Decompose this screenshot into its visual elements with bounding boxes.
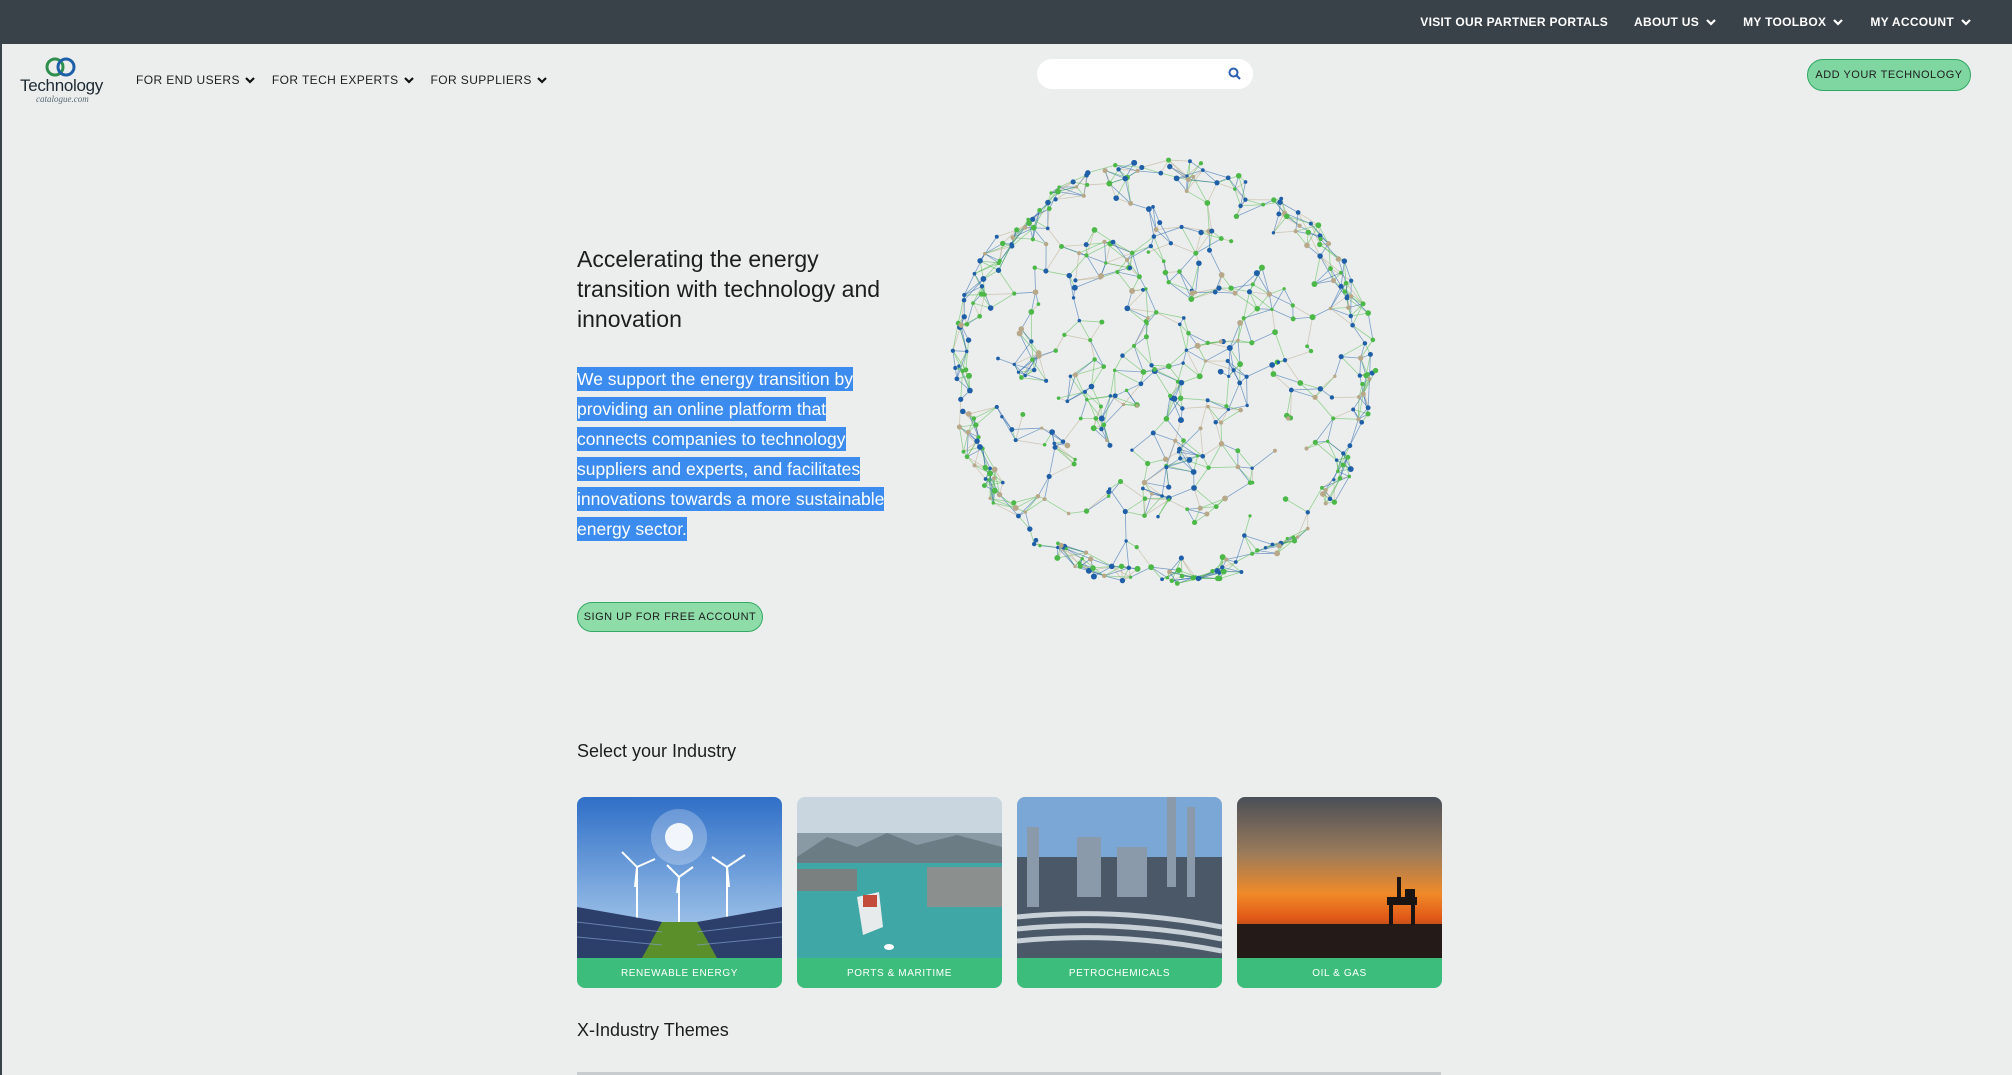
my-toolbox-label: MY TOOLBOX [1743, 15, 1827, 29]
nav-tech-experts[interactable]: FOR TECH EXPERTS [272, 73, 415, 87]
industry-card-renewable[interactable]: RENEWABLE ENERGY [577, 797, 782, 988]
hero-description: We support the energy transition by prov… [577, 364, 897, 544]
search-icon[interactable] [1228, 67, 1241, 85]
nav-suppliers-label: FOR SUPPLIERS [430, 73, 532, 87]
ports-maritime-image [797, 797, 1002, 958]
industry-card-label: PETROCHEMICALS [1017, 958, 1222, 988]
search-input[interactable] [1051, 59, 1225, 89]
signup-label: SIGN UP FOR FREE ACCOUNT [583, 611, 757, 623]
top-bar: VISIT OUR PARTNER PORTALS ABOUT US MY TO… [0, 0, 2012, 44]
industry-card-oil-gas[interactable]: OIL & GAS [1237, 797, 1442, 988]
add-technology-button[interactable]: ADD YOUR TECHNOLOGY [1807, 59, 1971, 91]
chevron-down-icon [1960, 16, 1972, 28]
petrochemicals-image [1017, 797, 1222, 958]
my-account-label: MY ACCOUNT [1870, 15, 1954, 29]
industry-cards: RENEWABLE ENERGY PORTS & MARITIME PETROC… [577, 797, 1442, 988]
network-globe-illustration [950, 157, 1379, 586]
main-navigation: Technology catalogue.com FOR END USERS F… [0, 44, 2012, 122]
themes-section-title: X-Industry Themes [577, 1020, 729, 1040]
oil-gas-image [1237, 797, 1442, 958]
nav-tech-experts-label: FOR TECH EXPERTS [271, 73, 399, 87]
nav-suppliers[interactable]: FOR SUPPLIERS [431, 73, 548, 87]
hero-title: Accelerating the energy transition with … [577, 246, 881, 332]
signup-button[interactable]: SIGN UP FOR FREE ACCOUNT [577, 602, 763, 632]
hero-description-text: We support the energy transition by prov… [577, 367, 885, 541]
chevron-down-icon [244, 74, 256, 86]
industry-card-label: OIL & GAS [1237, 958, 1442, 988]
logo-word: Technology [20, 76, 104, 95]
chevron-down-icon [536, 74, 548, 86]
nav-end-users-label: FOR END USERS [136, 73, 240, 87]
chevron-down-icon [403, 74, 415, 86]
industry-card-ports[interactable]: PORTS & MARITIME [797, 797, 1002, 988]
search-box [1037, 59, 1253, 89]
my-toolbox-menu[interactable]: MY TOOLBOX [1743, 15, 1844, 29]
window-edge [0, 44, 2, 1075]
my-account-menu[interactable]: MY ACCOUNT [1870, 15, 1972, 29]
industry-card-petrochemicals[interactable]: PETROCHEMICALS [1017, 797, 1222, 988]
logo-mark-icon [45, 57, 76, 77]
partner-portals-label: VISIT OUR PARTNER PORTALS [1420, 15, 1609, 29]
industry-section-title: Select your Industry [577, 741, 737, 761]
add-technology-label: ADD YOUR TECHNOLOGY [1815, 69, 1963, 81]
primary-menu: FOR END USERS FOR TECH EXPERTS FOR SUPPL… [136, 73, 548, 87]
industry-card-label: RENEWABLE ENERGY [577, 958, 782, 988]
globe-nodes [950, 157, 1379, 586]
logo-sub: catalogue.com [36, 94, 89, 104]
site-logo[interactable]: Technology catalogue.com [18, 54, 104, 118]
renewable-energy-image [577, 797, 782, 958]
partner-portals-link[interactable]: VISIT OUR PARTNER PORTALS [1420, 15, 1608, 29]
chevron-down-icon [1705, 16, 1717, 28]
about-us-menu[interactable]: ABOUT US [1634, 15, 1717, 29]
about-us-label: ABOUT US [1634, 15, 1700, 29]
nav-end-users[interactable]: FOR END USERS [136, 73, 256, 87]
chevron-down-icon [1832, 16, 1844, 28]
industry-card-label: PORTS & MARITIME [797, 958, 1002, 988]
